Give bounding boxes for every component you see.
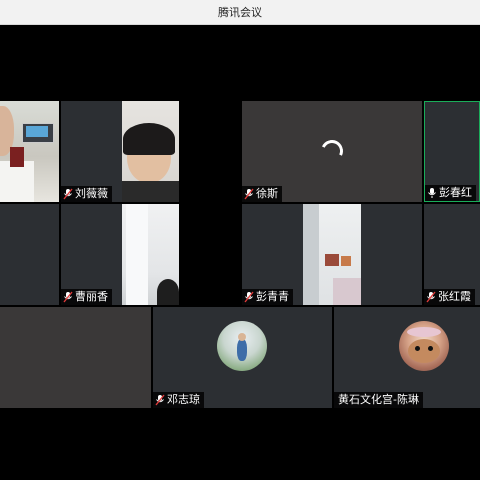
participant-video [303, 204, 361, 305]
participant-name: 彭春红 [439, 186, 472, 199]
participant-video [122, 101, 179, 202]
participant-name: 刘薇薇 [75, 187, 108, 200]
participant-nametag: 曹丽香 [61, 289, 112, 305]
mic-muted-icon [63, 291, 73, 303]
participant-name: 徐斯 [256, 187, 278, 200]
participant-name: 黄石文化宫-陈琳 [338, 393, 419, 406]
video-tile[interactable]: 曹丽香 [61, 204, 179, 305]
participant-nametag: 张红霞 [424, 289, 475, 305]
participant-name: 曹丽香 [75, 290, 108, 303]
video-tile[interactable] [0, 101, 59, 202]
participant-avatar [399, 321, 449, 371]
video-tile[interactable]: 徐斯 [242, 101, 422, 202]
loading-spinner-icon [317, 136, 347, 166]
participant-video [0, 101, 59, 202]
participant-avatar [217, 321, 267, 371]
video-tile[interactable]: 邓志琼 [153, 307, 332, 408]
video-tile[interactable]: 黄石文化宫-陈琳 [334, 307, 480, 408]
participant-name: 张红霞 [438, 290, 471, 303]
window-titlebar: 腾讯会议 [0, 0, 480, 25]
video-tile[interactable] [0, 204, 59, 305]
window-title: 腾讯会议 [218, 6, 262, 19]
participant-name: 邓志琼 [167, 393, 200, 406]
participant-nametag: 彭青青 [242, 289, 293, 305]
participant-name: 彭青青 [256, 290, 289, 303]
mic-muted-icon [63, 188, 73, 200]
participant-video [122, 204, 179, 305]
mic-muted-icon [244, 188, 254, 200]
participant-nametag: 黄石文化宫-陈琳 [334, 392, 423, 408]
video-tile[interactable]: 刘薇薇 [61, 101, 179, 202]
video-tile[interactable]: 张红霞 [424, 204, 480, 305]
participant-nametag: 邓志琼 [153, 392, 204, 408]
mic-icon [428, 188, 436, 198]
video-grid: 刘薇薇 徐斯 彭春红 曹丽香 彭青青 张红霞 邓志琼 黄石文化宫-陈琳 [0, 25, 480, 480]
video-tile[interactable]: 彭青青 [242, 204, 422, 305]
mic-muted-icon [244, 291, 254, 303]
participant-nametag: 徐斯 [242, 186, 282, 202]
mic-muted-icon [426, 291, 436, 303]
video-tile[interactable]: 彭春红 [424, 101, 480, 202]
participant-nametag: 彭春红 [425, 185, 476, 201]
video-tile[interactable] [0, 307, 151, 408]
participant-nametag: 刘薇薇 [61, 186, 112, 202]
mic-muted-icon [155, 394, 165, 406]
